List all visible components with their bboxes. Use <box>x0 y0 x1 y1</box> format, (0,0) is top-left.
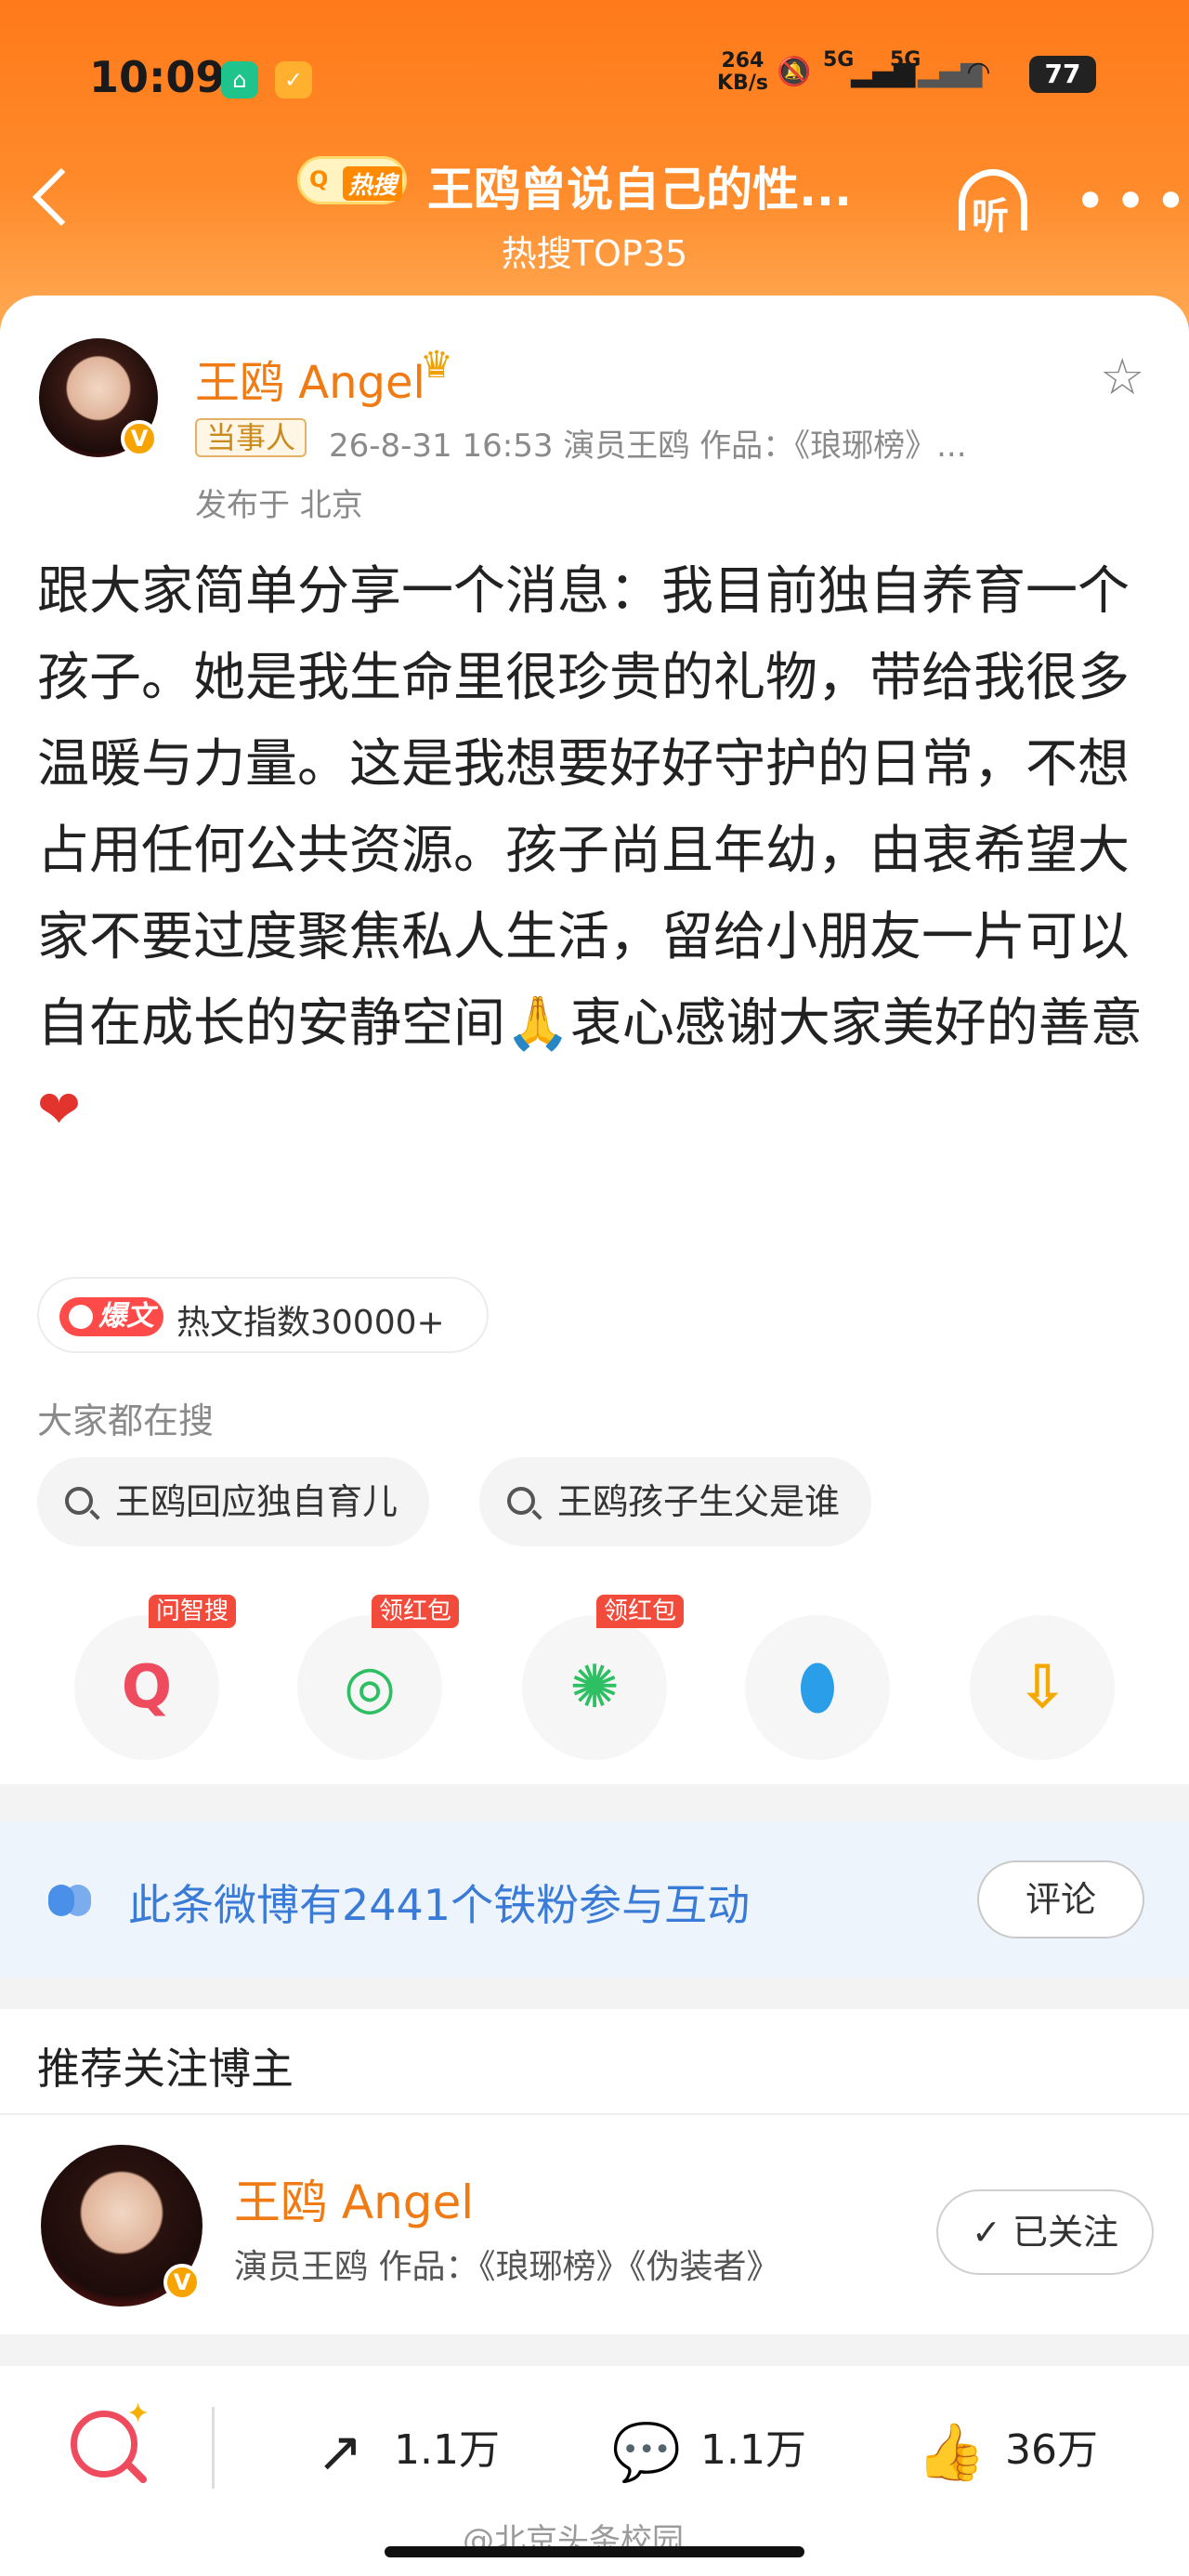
clock: 10:09 <box>89 52 226 102</box>
comment-count-button[interactable]: 💬 1.1万 <box>609 2416 806 2485</box>
wifi-icon: ◠ <box>968 56 990 88</box>
verified-badge-icon: V <box>121 420 158 457</box>
save-image-icon: ⇩ <box>1017 1653 1067 1722</box>
top-nav: Q 热搜 王鸥曾说自己的性... 热搜TOP35 听 ••• <box>0 139 1189 288</box>
related-search-label: 大家都在搜 <box>37 1400 215 1441</box>
post-text: 跟大家简单分享一个消息：我目前独自养育一个孩子。她是我生命里很珍贵的礼物，带给我… <box>37 561 1143 1054</box>
hot-index-pill[interactable]: 爆文 热文指数30000+ <box>37 1277 489 1353</box>
signal-5g-label: 5G <box>823 48 855 72</box>
recommended-name[interactable]: 王鸥 Angel <box>234 2165 474 2232</box>
search-icon <box>507 1487 535 1515</box>
hot-search-badge: Q 热搜 <box>297 156 407 204</box>
recommend-title: 推荐关注博主 <box>37 2044 294 2094</box>
hot-index-text: 热文指数30000+ <box>176 1304 445 1342</box>
hot-article-tag: 爆文 <box>59 1297 163 1336</box>
crown-icon: ♛ <box>420 344 453 387</box>
comment-icon: 💬 <box>611 2420 682 2485</box>
listen-button[interactable]: 听 <box>953 169 1033 238</box>
heart-emoji: ❤ <box>37 1080 81 1140</box>
post-content: 跟大家简单分享一个消息：我目前独自养育一个孩子。她是我生命里很珍贵的礼物，带给我… <box>37 548 1152 1153</box>
like-button[interactable]: 👍 36万 <box>914 2416 1098 2485</box>
share-badge: 问智搜 <box>149 1595 237 1628</box>
signal-5g-label-2: 5G <box>890 48 921 72</box>
post-location: 发布于 北京 <box>195 487 363 524</box>
role-tag: 当事人 <box>195 418 307 457</box>
recommended-bloggers: 推荐关注博主 V 王鸥 Angel 演员王鸥 作品：《琅琊榜》《伪装者》 ✓ 已… <box>0 2009 1189 2334</box>
app-notification-icon: ✓ <box>275 61 312 99</box>
divider <box>212 2407 215 2489</box>
fans-interaction-bar: 此条微博有2441个铁粉参与互动 评论 <box>0 1821 1189 1978</box>
fans-icon <box>48 1885 95 1916</box>
listen-label: 听 <box>972 195 1009 238</box>
moments-icon: ✺ <box>569 1653 620 1722</box>
share-qq-button[interactable]: ⬮ <box>745 1615 890 1760</box>
wechat-icon: ◎ <box>344 1653 396 1722</box>
mi-home-icon: ⌂ <box>221 61 258 99</box>
mute-icon: 🔕 <box>777 56 812 88</box>
related-search-chip[interactable]: 王鸥孩子生父是谁 <box>479 1457 872 1546</box>
sparkle-icon: ✦ <box>126 2398 150 2430</box>
search-icon <box>65 1487 93 1515</box>
share-wechat-button[interactable]: ◎ 领红包 <box>297 1595 460 1760</box>
hot-search-badge-label: 热搜 <box>343 166 403 201</box>
battery-indicator: 77 <box>1029 56 1096 93</box>
recommended-desc: 演员王鸥 作品：《琅琊榜》《伪装者》 <box>234 2248 780 2286</box>
back-arrow-icon[interactable] <box>32 167 91 227</box>
home-indicator[interactable] <box>385 2546 804 2557</box>
related-search-chip[interactable]: 王鸥回应独自育儿 <box>37 1457 430 1546</box>
page-title[interactable]: 王鸥曾说自己的性... <box>427 152 852 219</box>
repost-button[interactable]: ↗ 1.1万 <box>303 2416 500 2485</box>
post-card: V 王鸥 Angel ♛ ☆ 当事人 26-8-31 16:53 演员王鸥 作品… <box>0 296 1189 1784</box>
qq-icon: ⬮ <box>798 1653 837 1722</box>
share-badge: 领红包 <box>372 1595 460 1628</box>
followed-button[interactable]: ✓ 已关注 <box>936 2189 1154 2275</box>
share-badge: 领红包 <box>596 1595 685 1628</box>
author-name[interactable]: 王鸥 Angel <box>195 346 425 411</box>
post-meta: 26-8-31 16:53 演员王鸥 作品：《琅琊榜》... <box>329 427 967 465</box>
ask-search-icon: Q <box>121 1653 173 1722</box>
fans-interaction-text: 此条微博有2441个铁粉参与互动 <box>128 1880 751 1930</box>
more-options-icon[interactable]: ••• <box>1074 174 1189 230</box>
thumbs-up-icon: 👍 <box>916 2420 986 2485</box>
comment-button[interactable]: 评论 <box>977 1860 1144 1939</box>
network-speed: 264 KB/s <box>717 49 768 95</box>
share-icon: ↗ <box>316 2420 364 2485</box>
status-bar: 10:09 ⌂ ✓ 264 KB/s 🔕 5G ▂▄▆ 5G ▂▄▆ ◠ 77 <box>0 45 1189 119</box>
search-icon: Q <box>309 166 329 192</box>
header: 10:09 ⌂ ✓ 264 KB/s 🔕 5G ▂▄▆ 5G ▂▄▆ ◠ 77 … <box>0 0 1189 335</box>
verified-badge-icon: V <box>163 2264 201 2301</box>
divider <box>0 2113 1189 2115</box>
save-image-button[interactable]: ⇩ <box>970 1615 1115 1760</box>
favorite-star-icon[interactable]: ☆ <box>1100 348 1144 406</box>
apple-icon <box>69 1305 93 1329</box>
share-moments-button[interactable]: ✺ 领红包 <box>522 1595 685 1760</box>
share-ask-search-button[interactable]: Q 问智搜 <box>74 1595 237 1760</box>
